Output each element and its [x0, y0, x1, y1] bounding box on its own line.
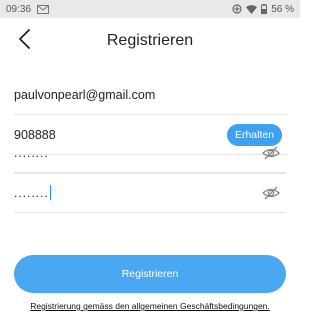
- page-title: Registrieren: [106, 32, 194, 49]
- password-field[interactable]: ........: [14, 147, 49, 159]
- register-button[interactable]: Registrieren: [14, 255, 286, 293]
- password-row: ........: [14, 133, 286, 173]
- email-field[interactable]: [14, 87, 286, 102]
- status-time: 09:36: [6, 3, 32, 15]
- data-saver-icon: [232, 4, 242, 14]
- header: Registrieren: [0, 18, 300, 64]
- wifi-icon: [246, 4, 258, 14]
- notification-icon: [37, 4, 50, 14]
- battery-percent: 56 %: [271, 3, 294, 15]
- confirm-password-row: ........: [14, 173, 286, 213]
- eye-off-icon[interactable]: [262, 185, 280, 201]
- chevron-left-icon: [18, 28, 32, 55]
- status-bar: 09:36 56 %: [0, 0, 300, 18]
- terms-link[interactable]: Registrierung gemäss den allgemeinen Ges…: [0, 301, 300, 311]
- email-field-row: [14, 75, 286, 115]
- text-cursor: [49, 185, 51, 200]
- confirm-password-field[interactable]: ........: [14, 187, 49, 199]
- eye-off-icon[interactable]: [262, 145, 280, 161]
- battery-icon: [261, 4, 268, 14]
- back-button[interactable]: [12, 28, 38, 54]
